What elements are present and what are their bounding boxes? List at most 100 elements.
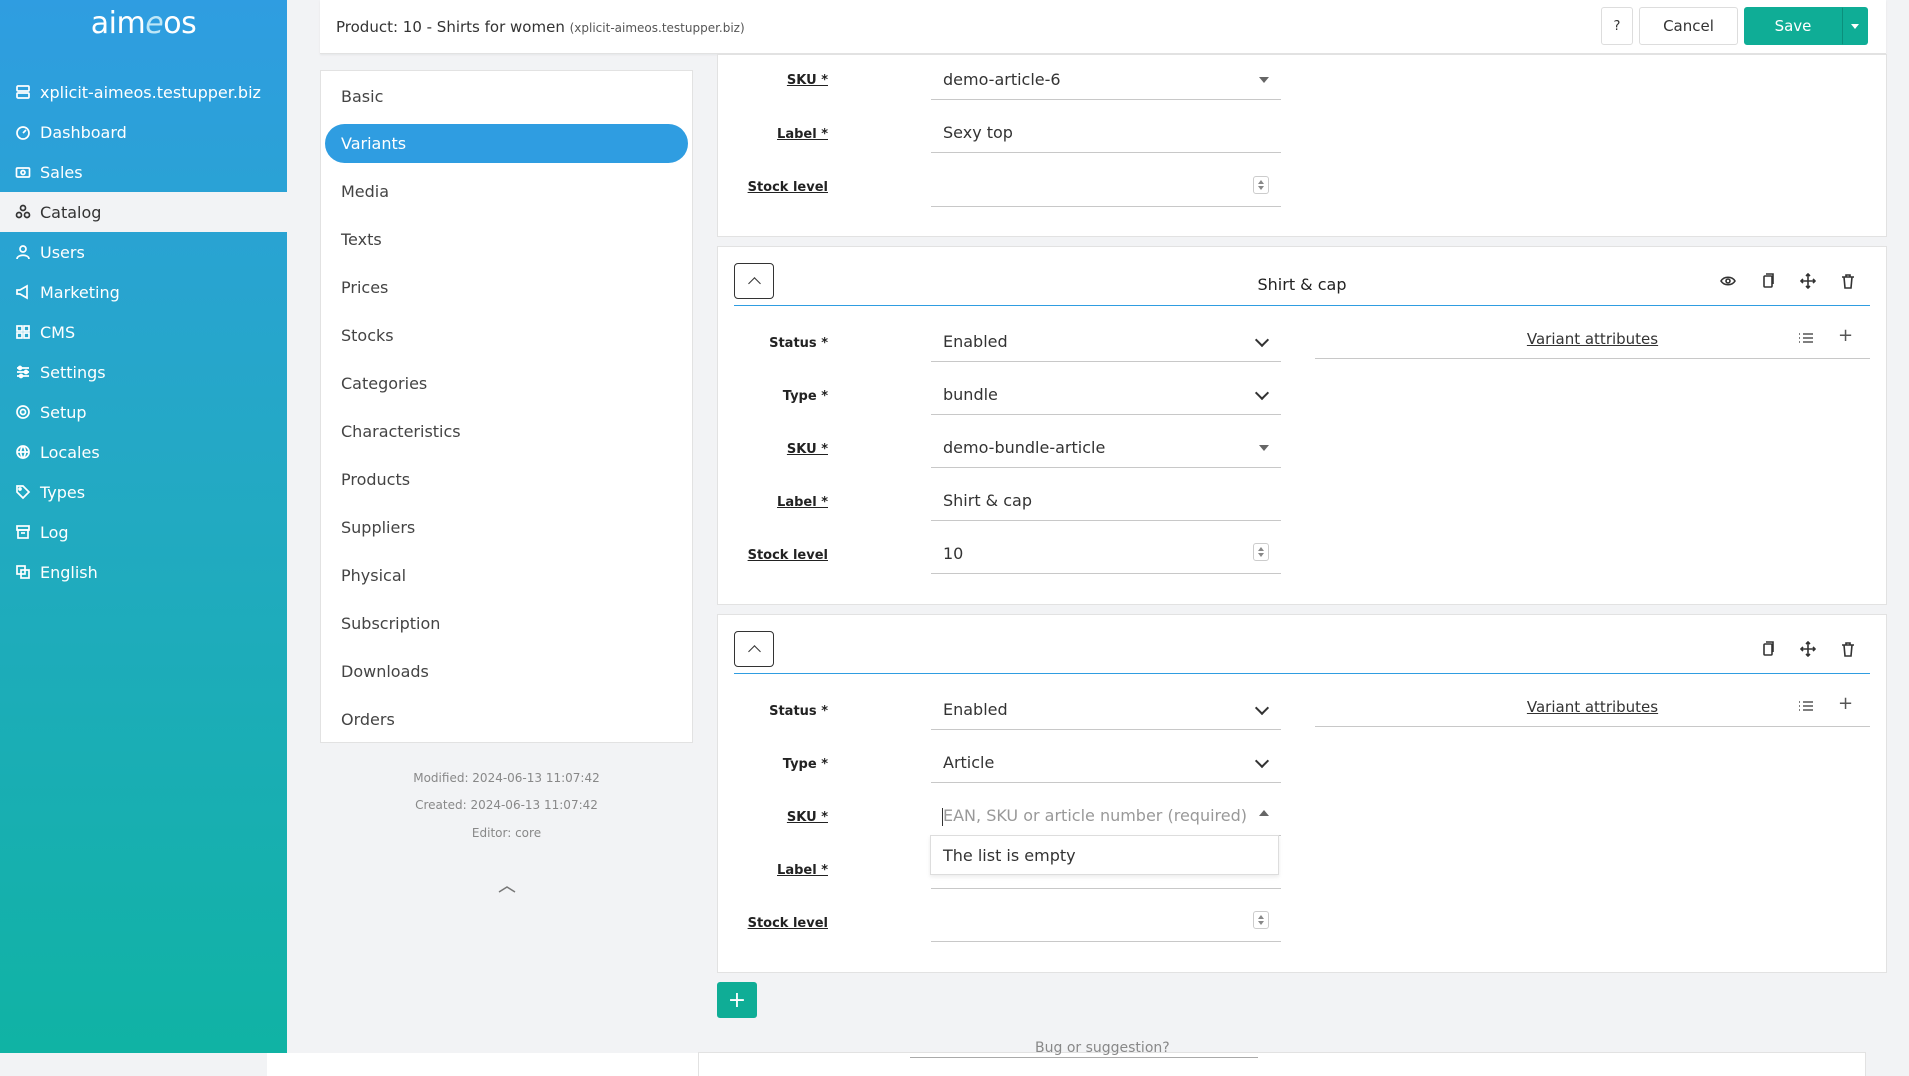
tab-products[interactable]: Products	[325, 460, 688, 499]
card-header	[734, 615, 1870, 674]
dropdown-triangle-up-icon	[1259, 810, 1269, 816]
stock-level-field[interactable]: 10	[931, 534, 1281, 574]
variant-attributes-link[interactable]: Variant attributes	[1315, 330, 1870, 348]
variant-attributes-header: Variant attributes +	[1315, 687, 1870, 727]
copy-icon[interactable]	[1760, 641, 1780, 661]
stock-level-label: Stock level	[747, 548, 828, 563]
nav-item-log[interactable]: Log	[0, 512, 287, 552]
tab-subscription[interactable]: Subscription	[325, 604, 688, 643]
nav-item-setup[interactable]: Setup	[0, 392, 287, 432]
move-icon[interactable]	[1799, 640, 1820, 661]
nav-item-site[interactable]: xplicit-aimeos.testupper.biz	[0, 72, 287, 112]
page-title: Product: 10 - Shirts for women (xplicit-…	[336, 18, 745, 36]
sidebar: aimeos xplicit-aimeos.testupper.biz Dash…	[0, 0, 287, 1053]
stock-level-field[interactable]	[931, 167, 1281, 207]
nav-item-language[interactable]: English	[0, 552, 287, 592]
save-options-button[interactable]	[1842, 7, 1868, 45]
plus-icon[interactable]: +	[1838, 695, 1854, 713]
nav-item-users[interactable]: Users	[0, 232, 287, 272]
nav-item-marketing[interactable]: Marketing	[0, 272, 287, 312]
megaphone-icon	[14, 283, 32, 301]
archive-icon	[14, 523, 32, 541]
cancel-button[interactable]: Cancel	[1639, 7, 1738, 45]
collapse-toggle-button[interactable]	[734, 631, 774, 667]
stock-level-label: Stock level	[747, 180, 828, 195]
main-nav: xplicit-aimeos.testupper.biz Dashboard S…	[0, 72, 287, 592]
label-label: Label *	[777, 863, 828, 878]
gear-icon	[14, 403, 32, 421]
nav-item-cms[interactable]: CMS	[0, 312, 287, 352]
label-label: Label *	[777, 495, 828, 510]
status-select[interactable]: Enabled	[931, 322, 1281, 362]
translate-icon	[14, 563, 32, 581]
sku-search-input[interactable]: EAN, SKU or article number (required)	[931, 796, 1281, 836]
variant-card-2: Shirt & cap Status * Enabled Type * bund…	[717, 246, 1887, 605]
type-select[interactable]: Article	[931, 743, 1281, 783]
label-label: Label *	[777, 127, 828, 142]
nav-item-settings[interactable]: Settings	[0, 352, 287, 392]
aimeos-logo[interactable]: aimeos	[0, 6, 287, 41]
help-button[interactable]: ?	[1601, 7, 1633, 45]
nav-item-types[interactable]: Types	[0, 472, 287, 512]
feedback-link[interactable]: Bug or suggestion?	[1035, 1040, 1170, 1056]
chevron-down-icon	[1254, 753, 1270, 769]
tab-prices[interactable]: Prices	[325, 268, 688, 307]
nav-item-sales[interactable]: Sales	[0, 152, 287, 192]
stock-level-field[interactable]	[931, 902, 1281, 942]
nav-item-dashboard[interactable]: Dashboard	[0, 112, 287, 152]
chevron-down-icon	[1254, 700, 1270, 716]
user-icon	[14, 243, 32, 261]
trash-icon[interactable]	[1840, 273, 1860, 293]
status-select[interactable]: Enabled	[931, 690, 1281, 730]
label-field[interactable]: Sexy top	[931, 113, 1281, 153]
sku-suggestions-dropdown: The list is empty	[930, 835, 1279, 875]
nav-label: Setup	[40, 402, 87, 422]
site-name: (xplicit-aimeos.testupper.biz)	[569, 21, 745, 35]
move-icon[interactable]	[1799, 272, 1820, 293]
chevron-up-icon[interactable]	[498, 884, 516, 894]
card-title: Shirt & cap	[1257, 275, 1347, 294]
tab-categories[interactable]: Categories	[325, 364, 688, 403]
tab-characteristics[interactable]: Characteristics	[325, 412, 688, 451]
tab-texts[interactable]: Texts	[325, 220, 688, 259]
number-stepper[interactable]	[1253, 543, 1269, 561]
globe-icon	[14, 443, 32, 461]
sku-field[interactable]: demo-bundle-article	[931, 428, 1281, 468]
plus-icon[interactable]: +	[1838, 327, 1854, 345]
tab-suppliers[interactable]: Suppliers	[325, 508, 688, 547]
variant-attributes-header: Variant attributes +	[1315, 319, 1870, 359]
type-label: Type *	[782, 757, 828, 772]
tab-media[interactable]: Media	[325, 172, 688, 211]
trash-icon[interactable]	[1840, 641, 1860, 661]
nav-item-locales[interactable]: Locales	[0, 432, 287, 472]
tab-physical[interactable]: Physical	[325, 556, 688, 595]
page-header: Product: 10 - Shirts for women (xplicit-…	[320, 0, 1886, 54]
copy-icon[interactable]	[1760, 273, 1780, 293]
card-header: Shirt & cap	[734, 247, 1870, 306]
caret-down-icon	[1851, 23, 1859, 29]
add-variant-button[interactable]: +	[717, 982, 757, 1018]
tab-variants[interactable]: Variants	[325, 124, 688, 163]
list-icon[interactable]	[1798, 330, 1814, 346]
eye-icon[interactable]	[1720, 273, 1740, 293]
footer-divider	[910, 1057, 1258, 1058]
nav-item-catalog[interactable]: Catalog	[0, 192, 287, 232]
grid-icon	[14, 323, 32, 341]
server-icon	[14, 83, 32, 101]
tab-basic[interactable]: Basic	[325, 77, 688, 116]
number-stepper[interactable]	[1253, 176, 1269, 194]
type-select[interactable]: bundle	[931, 375, 1281, 415]
sku-field[interactable]: demo-article-6	[931, 60, 1281, 100]
label-field[interactable]: Shirt & cap	[931, 481, 1281, 521]
nav-label: Users	[40, 242, 85, 262]
variant-attributes-link[interactable]: Variant attributes	[1315, 698, 1870, 716]
tab-orders[interactable]: Orders	[325, 700, 688, 739]
tab-stocks[interactable]: Stocks	[325, 316, 688, 355]
modified-date: Modified: 2024-06-13 11:07:42	[413, 771, 600, 785]
tab-downloads[interactable]: Downloads	[325, 652, 688, 691]
cash-icon	[14, 163, 32, 181]
list-icon[interactable]	[1798, 698, 1814, 714]
tags-icon	[14, 483, 32, 501]
save-button[interactable]: Save	[1744, 7, 1842, 45]
number-stepper[interactable]	[1253, 911, 1269, 929]
